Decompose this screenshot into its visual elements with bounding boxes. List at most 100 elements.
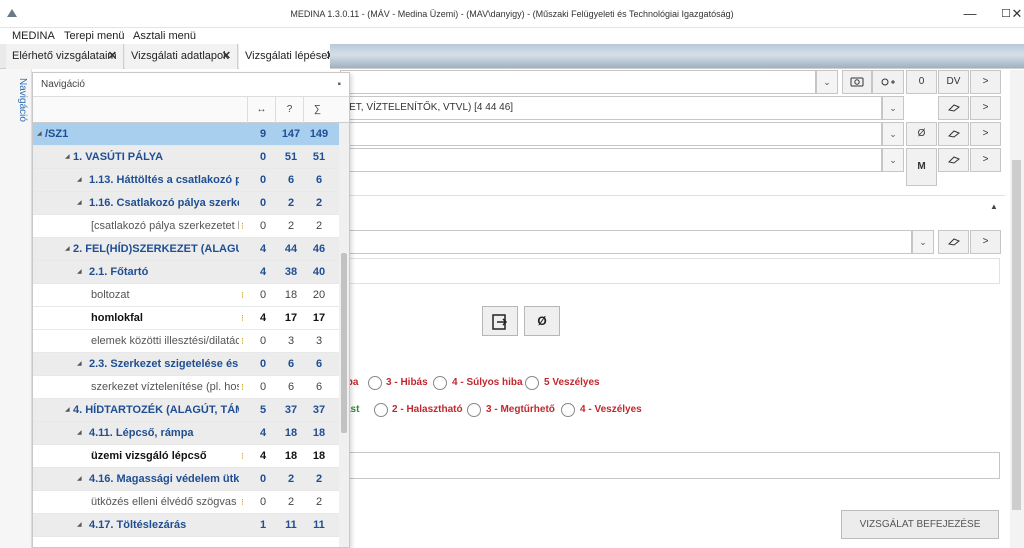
tree-row[interactable]: szerkezet víztelenítése (pl. hossz...⁝ 0 6… bbox=[33, 376, 339, 399]
settings-plus-button[interactable] bbox=[872, 70, 904, 94]
tree-row-count: 37 bbox=[312, 404, 326, 416]
tree-row[interactable]: ◢ 2.1. Főtartó 4 38 40 bbox=[33, 261, 339, 284]
navigation-side-tab[interactable]: Navigáció bbox=[4, 78, 28, 138]
location-field[interactable]: ZET, VÍZTELENÍTŐK, VTVL) [4 44 46] bbox=[340, 96, 882, 120]
tree-row[interactable]: ◢ 1. VASÚTI PÁLYA 0 51 51 bbox=[33, 146, 339, 169]
next-button[interactable]: > bbox=[970, 148, 1001, 172]
collapse-icon[interactable]: ▲ bbox=[990, 202, 998, 211]
tree-row-label: üzemi vizsgáló lépcső bbox=[91, 450, 207, 462]
tree-row[interactable]: ◢ 1.13. Háttöltés a csatlakozó pályába 0 6 6 bbox=[33, 169, 339, 192]
finish-inspection-button[interactable]: VIZSGÁLAT BEFEJEZÉSE bbox=[841, 510, 999, 539]
tree-row[interactable]: [csatlakozó pálya szerkezetet bef...⁝ 0 2 2 bbox=[33, 215, 339, 238]
pin-icon[interactable]: ▪ bbox=[337, 73, 341, 97]
dropdown-icon[interactable]: ⌄ bbox=[882, 122, 904, 146]
main-field-4[interactable] bbox=[340, 230, 912, 254]
edit-button[interactable] bbox=[938, 122, 969, 146]
tab-elerheto[interactable]: Elérhető vizsgálataim ✕ bbox=[6, 44, 124, 69]
window-title: MEDINA 1.3.0.11 - (MÁV - Medina Üzemi) -… bbox=[290, 9, 734, 19]
close-button[interactable]: ✕ bbox=[1010, 0, 1024, 28]
tree-row[interactable]: ◢ 1.16. Csatlakozó pálya szerkezetet b 0 2 2 bbox=[33, 192, 339, 215]
radio-button[interactable] bbox=[433, 376, 447, 390]
main-scrollbar-thumb[interactable] bbox=[1012, 160, 1021, 510]
tree-row[interactable]: elemek közötti illesztési/dilatáció...⁝ 0… bbox=[33, 330, 339, 353]
menu-medina[interactable]: MEDINA bbox=[12, 30, 55, 42]
comment-field[interactable] bbox=[340, 452, 1000, 479]
expand-icon[interactable]: ◢ bbox=[65, 399, 70, 422]
tree-row[interactable]: ◢/SZ1 9 147 149 bbox=[33, 123, 339, 146]
menu-asztali[interactable]: Asztali menü bbox=[133, 30, 196, 42]
close-tab-icon[interactable]: ✕ bbox=[108, 44, 117, 68]
tree-row[interactable]: ◢2. FEL(HÍD)SZERKEZET (ALAGÚT, TÁM44446 bbox=[33, 238, 339, 261]
count-zero-button[interactable]: 0 bbox=[906, 70, 937, 94]
expand-icon[interactable]: ◢ bbox=[77, 468, 82, 491]
null-big-button[interactable]: Ø bbox=[524, 306, 560, 336]
edit-button[interactable] bbox=[938, 96, 969, 120]
radio-button[interactable] bbox=[561, 403, 575, 417]
next-button[interactable]: > bbox=[970, 70, 1001, 94]
expand-icon[interactable]: ◢ bbox=[65, 238, 70, 261]
tree-row-count: 9 bbox=[259, 128, 267, 140]
eraser-icon bbox=[947, 130, 960, 138]
tree-row[interactable]: ◢ 4.17. Töltéslezárás 1 11 11 bbox=[33, 514, 339, 537]
expand-icon[interactable]: ◢ bbox=[77, 192, 82, 215]
radio-button[interactable] bbox=[467, 403, 481, 417]
next-button[interactable]: > bbox=[970, 230, 1001, 254]
dropdown-icon[interactable]: ⌄ bbox=[882, 96, 904, 120]
dropdown-icon[interactable]: ⌄ bbox=[912, 230, 934, 254]
tab-adatlapok[interactable]: Vizsgálati adatlapok ✕ bbox=[125, 44, 238, 69]
tab-lepesek[interactable]: Vizsgálati lépések ✕ bbox=[239, 44, 342, 69]
edit-button[interactable] bbox=[938, 230, 969, 254]
expand-icon[interactable]: ◢ bbox=[77, 169, 82, 192]
minimize-button[interactable]: — bbox=[952, 0, 988, 28]
next-button[interactable]: > bbox=[970, 122, 1001, 146]
menu-terepi[interactable]: Terepi menü bbox=[64, 30, 125, 42]
m-button[interactable]: M bbox=[906, 148, 937, 186]
expand-icon[interactable]: ◢ bbox=[77, 261, 82, 284]
close-tab-icon[interactable]: ✕ bbox=[222, 44, 231, 68]
tree-row[interactable]: ◢ 4.16. Magassági védelem ütközés el 0 2 2 bbox=[33, 468, 339, 491]
tree-row[interactable]: boltozat ⁝ 0 18 20 bbox=[33, 284, 339, 307]
col-header-sum[interactable]: ∑ bbox=[303, 97, 331, 123]
col-header-arrows[interactable]: ↔ bbox=[247, 97, 275, 123]
tree-row-count: 2 bbox=[287, 220, 295, 232]
null-button[interactable]: Ø bbox=[906, 122, 937, 146]
radio-label: 4 - Veszélyes bbox=[580, 404, 642, 415]
tree-row-count: 2 bbox=[315, 220, 323, 232]
expand-icon[interactable]: ◢ bbox=[77, 353, 82, 376]
eraser-icon bbox=[947, 238, 960, 246]
main-field-2[interactable] bbox=[340, 122, 882, 146]
tree-row-count: 17 bbox=[312, 312, 326, 324]
expand-icon[interactable]: ◢ bbox=[77, 422, 82, 445]
col-header-unknown[interactable]: ? bbox=[275, 97, 303, 123]
dropdown-icon[interactable]: ⌄ bbox=[882, 148, 904, 172]
next-button[interactable]: > bbox=[970, 96, 1001, 120]
tree-row-count: 37 bbox=[284, 404, 298, 416]
import-button[interactable] bbox=[482, 306, 518, 336]
tree-row-label: homlokfal bbox=[91, 312, 143, 324]
expand-icon[interactable]: ◢ bbox=[37, 123, 42, 146]
expand-icon[interactable]: ◢ bbox=[77, 514, 82, 537]
nav-scrollbar-thumb[interactable] bbox=[341, 253, 347, 433]
tree-row[interactable]: ◢4. HÍDTARTOZÉK (ALAGÚT, TÁMSZER 5 37 37 bbox=[33, 399, 339, 422]
radio-button[interactable] bbox=[374, 403, 388, 417]
tree-row-count: 11 bbox=[313, 519, 325, 531]
tree-row[interactable]: ◢ 4.11. Lépcső, rámpa 4 18 18 bbox=[33, 422, 339, 445]
tree-row-count: 6 bbox=[315, 358, 323, 370]
tree-row[interactable]: üzemi vizsgáló lépcső ⁝ 4 18 18 bbox=[33, 445, 339, 468]
tree-row[interactable]: ◢ 2.3. Szerkezet szigetelése és vízteler 0… bbox=[33, 353, 339, 376]
tree-row[interactable]: homlokfal ⁝ 4 17 17 bbox=[33, 307, 339, 330]
tree-row[interactable]: ütközés elleni élvédő szögvas ⁝ 0 2 2 bbox=[33, 491, 339, 514]
radio-button[interactable] bbox=[525, 376, 539, 390]
dropdown-icon[interactable]: ⌄ bbox=[816, 70, 838, 94]
edit-button[interactable] bbox=[938, 148, 969, 172]
camera-icon bbox=[850, 77, 864, 87]
dv-button[interactable]: DV bbox=[938, 70, 969, 94]
camera-button[interactable] bbox=[842, 70, 872, 94]
tree-row-count: 0 bbox=[259, 220, 267, 232]
expand-icon[interactable]: ◢ bbox=[65, 146, 70, 169]
main-field-3[interactable] bbox=[340, 148, 882, 172]
main-field-0[interactable] bbox=[340, 70, 816, 94]
radio-button[interactable] bbox=[368, 376, 382, 390]
main-field-5[interactable] bbox=[340, 258, 1000, 284]
marker-icon: ⁝ bbox=[241, 451, 244, 461]
